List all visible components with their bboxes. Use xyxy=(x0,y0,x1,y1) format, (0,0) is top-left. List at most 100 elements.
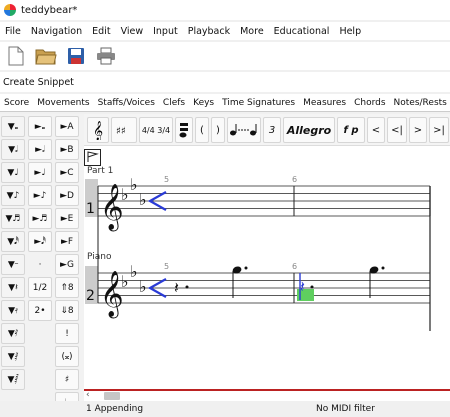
insert-half-button[interactable]: ▼𝅗𝅥 xyxy=(1,139,25,160)
tab-chords[interactable]: Chords xyxy=(350,98,389,108)
triplet-button[interactable]: 3 xyxy=(263,117,281,143)
half-button[interactable]: 1/2 xyxy=(28,277,52,298)
note-b-button[interactable]: ►B xyxy=(55,139,79,160)
sharp-button[interactable]: ♯ xyxy=(55,369,79,390)
staff2-flat-3-icon: ♭ xyxy=(139,277,147,296)
open-folder-icon[interactable] xyxy=(34,44,58,68)
insert-rest4-button[interactable]: ▼𝅀 xyxy=(1,323,25,344)
scroll-left-icon[interactable]: ‹ xyxy=(86,390,90,400)
create-snippet-bar: Create Snippet xyxy=(0,72,450,92)
score-canvas[interactable]: Part 1 1 5 6 𝄞 ♭ ♭ ♭ Piano 2 5 6 𝄞 ♭ ♭ ♭… xyxy=(84,146,450,389)
print-icon[interactable] xyxy=(94,44,118,68)
staff2-number: 2 xyxy=(86,288,95,304)
note-a-button[interactable]: ►A xyxy=(55,116,79,137)
note-c-button[interactable]: ►C xyxy=(55,162,79,183)
menu-navigation[interactable]: Navigation xyxy=(26,26,87,37)
note-e-button[interactable]: ►E xyxy=(55,208,79,229)
app-icon xyxy=(4,4,16,16)
menu-help[interactable]: Help xyxy=(334,26,366,37)
tab-clefs[interactable]: Clefs xyxy=(159,98,189,108)
status-midi-filter: No MIDI filter xyxy=(316,404,375,414)
paren-close-button[interactable]: ) xyxy=(211,117,225,143)
double-sharp-button[interactable]: (𝄪) xyxy=(55,346,79,367)
tie-icon[interactable] xyxy=(227,117,261,143)
menu-bar: File Navigation Edit View Input Playback… xyxy=(0,22,450,40)
tab-time-signatures[interactable]: Time Signatures xyxy=(218,98,299,108)
note-g-button[interactable]: ►G xyxy=(55,254,79,275)
save-icon[interactable] xyxy=(64,44,88,68)
dynamics-button[interactable]: f p xyxy=(337,117,365,143)
append-32nd-button[interactable]: ►𝅘𝅥𝅰 xyxy=(28,231,52,252)
menu-edit[interactable]: Edit xyxy=(87,26,115,37)
measure-number-5-top: 5 xyxy=(164,175,169,184)
dot-button[interactable]: · xyxy=(28,254,52,275)
insert-rest-button[interactable]: ▼𝄼 xyxy=(1,254,25,275)
natural-button[interactable]: ! xyxy=(55,323,79,344)
append-quarter-button[interactable]: ►♩ xyxy=(28,162,52,183)
insert-whole-button[interactable]: ▼𝅝 xyxy=(1,116,25,137)
tab-keys[interactable]: Keys xyxy=(189,98,218,108)
score-horizontal-scrollbar[interactable]: ‹ xyxy=(84,389,450,401)
tab-notes-rests[interactable]: Notes/Rests xyxy=(390,98,450,108)
palette-tab-bar: Score Movements Staffs/Voices Clefs Keys… xyxy=(0,94,450,112)
note-f-button[interactable]: ►F xyxy=(55,231,79,252)
title-bar: teddybear* xyxy=(0,0,450,20)
staff1-number: 1 xyxy=(86,201,95,217)
nav-start-button[interactable]: <| xyxy=(387,117,407,143)
insert-eighth-button[interactable]: ▼♪ xyxy=(1,185,25,206)
staff2-flat-2-icon: ♭ xyxy=(130,262,138,281)
nav-prev-button[interactable]: < xyxy=(367,117,385,143)
svg-text:𝄞: 𝄞 xyxy=(93,121,103,140)
menu-playback[interactable]: Playback xyxy=(183,26,235,37)
menu-view[interactable]: View xyxy=(116,26,149,37)
nav-end-button[interactable]: >| xyxy=(429,117,449,143)
status-bar: 1 Appending No MIDI filter xyxy=(0,401,450,417)
menu-file[interactable]: File xyxy=(0,26,26,37)
movement-flag-icon[interactable] xyxy=(84,149,101,166)
menu-input[interactable]: Input xyxy=(148,26,183,37)
append-eighth-button[interactable]: ►♪ xyxy=(28,185,52,206)
time-signature-button[interactable]: 4/4 3/4 xyxy=(139,117,173,143)
insert-rest2-button[interactable]: ▼𝄽 xyxy=(1,277,25,298)
octave-up-button[interactable]: ⇑8 xyxy=(55,277,79,298)
tab-score[interactable]: Score xyxy=(0,98,33,108)
menu-more[interactable]: More xyxy=(235,26,269,37)
rest-dot xyxy=(185,285,189,289)
append-half-button[interactable]: ►𝅗𝅥 xyxy=(28,139,52,160)
nav-next-button[interactable]: > xyxy=(409,117,427,143)
score-svg: Part 1 1 5 6 𝄞 ♭ ♭ ♭ Piano 2 5 6 𝄞 ♭ ♭ ♭… xyxy=(84,149,431,331)
new-document-icon[interactable] xyxy=(4,44,28,68)
half-note-1[interactable] xyxy=(232,265,248,298)
create-snippet-button[interactable]: Create Snippet xyxy=(3,77,74,88)
insert-rest3-button[interactable]: ▼𝄿 xyxy=(1,300,25,321)
octave-down-button[interactable]: ⇓8 xyxy=(55,300,79,321)
beam-icon[interactable] xyxy=(175,117,193,143)
selected-quarter-rest[interactable]: 𝄽 xyxy=(299,273,305,300)
append-whole-button[interactable]: ►𝅝 xyxy=(28,116,52,137)
selected-rest-dot xyxy=(310,285,314,289)
append-sixteenth-button[interactable]: ►♬ xyxy=(28,208,52,229)
svg-text:♯♯: ♯♯ xyxy=(116,126,126,137)
insert-quarter-button[interactable]: ▼♩ xyxy=(1,162,25,183)
half-note-2[interactable] xyxy=(369,265,385,298)
treble-clef-icon[interactable]: 𝄞 xyxy=(87,117,109,143)
measure-number-5-bottom: 5 xyxy=(164,262,169,271)
main-toolbar xyxy=(0,42,450,70)
menu-educational[interactable]: Educational xyxy=(269,26,335,37)
svg-text:𝄽: 𝄽 xyxy=(300,277,305,296)
tab-movements[interactable]: Movements xyxy=(33,98,93,108)
key-signature-icon[interactable]: ♯♯ xyxy=(111,117,137,143)
paren-open-button[interactable]: ( xyxy=(195,117,209,143)
note-d-button[interactable]: ►D xyxy=(55,185,79,206)
insert-32nd-button[interactable]: ▼𝅘𝅥𝅰 xyxy=(1,231,25,252)
tempo-button[interactable]: Allegro xyxy=(283,117,335,143)
scroll-thumb[interactable] xyxy=(104,392,120,400)
tab-measures[interactable]: Measures xyxy=(299,98,350,108)
insert-rest5-button[interactable]: ▼𝅁 xyxy=(1,346,25,367)
double-dot-button[interactable]: 2• xyxy=(28,300,52,321)
tab-staffs-voices[interactable]: Staffs/Voices xyxy=(94,98,159,108)
insert-rest6-button[interactable]: ▼𝅂 xyxy=(1,369,25,390)
insert-sixteenth-button[interactable]: ▼♬ xyxy=(1,208,25,229)
staff2-flat-1-icon: ♭ xyxy=(121,272,129,291)
staff1-flat-2-icon: ♭ xyxy=(130,175,138,194)
